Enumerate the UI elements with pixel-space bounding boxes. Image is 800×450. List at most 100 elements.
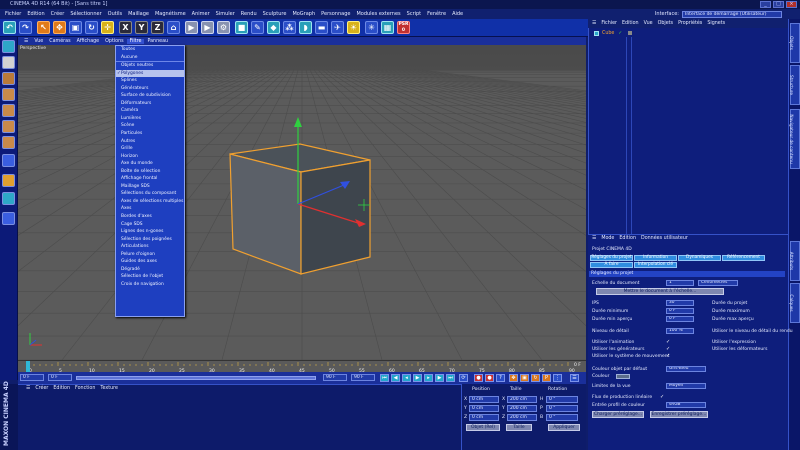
side-tab-0[interactable]: Objets	[788, 23, 800, 63]
interface-dropdown[interactable]: Interface de démarrage (Utilisateur)	[682, 10, 782, 18]
filter-item[interactable]: Axe du monde	[116, 160, 184, 168]
scale-document-button[interactable]: Mettre le document à l'échelle...	[596, 288, 724, 295]
position-field[interactable]: 0 cm	[469, 414, 499, 421]
position-field[interactable]: 0 cm	[469, 405, 499, 412]
menu-6[interactable]: Magnétisme	[152, 11, 189, 17]
object-menu-0[interactable]: Fichier	[601, 21, 617, 26]
material-menu-0[interactable]: Créer	[35, 386, 48, 394]
viewport-menu-3[interactable]: Options	[102, 39, 127, 44]
material-menu-3[interactable]: Texture	[100, 386, 118, 394]
menu-11[interactable]: MoGraph	[289, 11, 318, 17]
object-menu-4[interactable]: Propriétés	[678, 21, 702, 26]
make-editable-icon[interactable]	[2, 40, 15, 53]
rotation-field[interactable]: 0 °	[546, 414, 578, 421]
rotate-tool-icon[interactable]: ↻	[85, 21, 98, 34]
timeline-ruler[interactable]: 0 5 10 15 20 25 30 35 40 45 50 55 60 65 70 75 80 85 90 0 F	[18, 360, 586, 373]
edges-mode-icon[interactable]	[2, 120, 15, 133]
loop-icon[interactable]: ⟳	[459, 374, 468, 382]
psr-lock-button[interactable]: PSR 0	[397, 21, 410, 34]
scale-tool-icon[interactable]: ▣	[69, 21, 82, 34]
filter-item[interactable]: Maillage SDS	[116, 183, 184, 191]
filter-item[interactable]: Aucune	[116, 54, 184, 62]
detail-field[interactable]: 100 %	[666, 328, 694, 334]
floor-icon[interactable]: ▬	[315, 21, 328, 34]
render-view-icon[interactable]: ▶	[185, 21, 198, 34]
attr-row-field[interactable]: 0 F	[666, 316, 694, 322]
menu-9[interactable]: Rendu	[238, 11, 260, 17]
filter-item[interactable]: Générateurs	[116, 85, 184, 93]
color-profile-select[interactable]: sRGB	[666, 402, 706, 408]
light-icon[interactable]: ☀	[347, 21, 360, 34]
previous-frame-icon[interactable]: ◂	[402, 374, 411, 382]
viewport-menu-icon[interactable]: ☰	[24, 39, 31, 44]
attr-tab[interactable]: Dynamiques	[678, 255, 721, 261]
filter-item[interactable]: Splines	[116, 77, 184, 85]
side-tab-3[interactable]: Attributs	[788, 241, 800, 281]
z-axis-lock-button[interactable]: Z	[151, 21, 164, 34]
axis-mode-icon[interactable]	[2, 154, 15, 167]
filter-item[interactable]: Articulations	[116, 243, 184, 251]
viewport-menu-2[interactable]: Affichage	[74, 39, 103, 44]
filter-item[interactable]: Axes de sélections multiples	[116, 198, 184, 206]
checkbox-check-icon[interactable]: ✓	[666, 353, 670, 359]
menu-16[interactable]: Aide	[449, 11, 466, 17]
next-key-icon[interactable]: ▶	[435, 374, 444, 382]
filter-item[interactable]: Guides des axes	[116, 258, 184, 266]
menu-0[interactable]: Fichier	[2, 11, 24, 17]
load-preset-button[interactable]: Charger préréglage...	[592, 411, 644, 418]
next-frame-icon[interactable]: ▸	[424, 374, 433, 382]
viewport-menu-4[interactable]: Filtre	[126, 38, 145, 44]
tweak-mode-icon[interactable]	[2, 174, 15, 187]
recent-tool-icon[interactable]: ✛	[101, 21, 114, 34]
attribute-menu-0[interactable]: Mode	[601, 236, 614, 244]
material-menu-2[interactable]: Fonction	[75, 386, 95, 394]
start-frame-field[interactable]: 0 F	[48, 374, 72, 381]
array-icon[interactable]: ⁂	[283, 21, 296, 34]
bend-deformer-icon[interactable]: ◗	[299, 21, 312, 34]
scale-field[interactable]: 1	[666, 280, 694, 286]
enable-axis-icon[interactable]: ✳	[365, 21, 378, 34]
filter-item[interactable]: Sélection de l'objet	[116, 273, 184, 281]
render-settings-icon[interactable]: ⚙	[217, 21, 230, 34]
apply-button[interactable]: Appliquer	[548, 424, 580, 431]
position-key-icon[interactable]: ✥	[509, 374, 518, 382]
subdivision-surface-icon[interactable]: ◆	[267, 21, 280, 34]
position-field[interactable]: 0 cm	[469, 396, 499, 403]
filter-item[interactable]: ✓ Polygones	[116, 69, 184, 78]
view-limits-select[interactable]: Moyen	[666, 383, 706, 389]
object-menu-3[interactable]: Objets	[658, 21, 674, 26]
max-frame-field[interactable]: 90 F	[351, 374, 375, 381]
filter-item[interactable]: Pelure d'oignon	[116, 251, 184, 259]
menu-2[interactable]: Créer	[48, 11, 68, 17]
size-field[interactable]: 200 cm	[507, 414, 537, 421]
side-tab-4[interactable]: Calques	[788, 283, 800, 323]
viewport-3d[interactable]: Perspective	[18, 45, 586, 360]
menu-10[interactable]: Sculpture	[260, 11, 290, 17]
menu-5[interactable]: Maillage	[125, 11, 152, 17]
solo-icon[interactable]	[2, 212, 15, 225]
filter-item[interactable]: Scène	[116, 122, 184, 130]
attribute-menu-1[interactable]: Edition	[619, 236, 636, 244]
attr-tab[interactable]: A faire	[590, 262, 633, 268]
filter-item[interactable]: Lumières	[116, 115, 184, 123]
workplane-icon[interactable]: ▦	[381, 21, 394, 34]
menu-3[interactable]: Sélectionner	[67, 11, 104, 17]
close-button[interactable]: ×	[786, 1, 797, 8]
viewport-menu-0[interactable]: Vue	[31, 39, 46, 44]
filter-item[interactable]: Toutes	[116, 46, 184, 54]
tag-icon[interactable]	[628, 31, 633, 35]
checkbox-check-icon[interactable]: ✓	[666, 339, 670, 345]
keyframe-selection-icon[interactable]: ?	[496, 374, 505, 382]
object-manager-area[interactable]	[588, 37, 788, 234]
filter-item[interactable]: Grille	[116, 145, 184, 153]
point-level-icon[interactable]: ⋮	[553, 374, 562, 382]
size-field[interactable]: 200 cm	[507, 396, 537, 403]
menu-7[interactable]: Animer	[189, 11, 213, 17]
rotation-field[interactable]: 0 °	[546, 405, 578, 412]
filter-item[interactable]: Boîte de sélection	[116, 168, 184, 176]
filter-item[interactable]: Déformateurs	[116, 100, 184, 108]
filter-item[interactable]: Croix de navigation	[116, 281, 184, 289]
menu-1[interactable]: Edition	[24, 11, 47, 17]
filter-item[interactable]: Autres	[116, 138, 184, 146]
undo-icon[interactable]: ↶	[3, 21, 16, 34]
